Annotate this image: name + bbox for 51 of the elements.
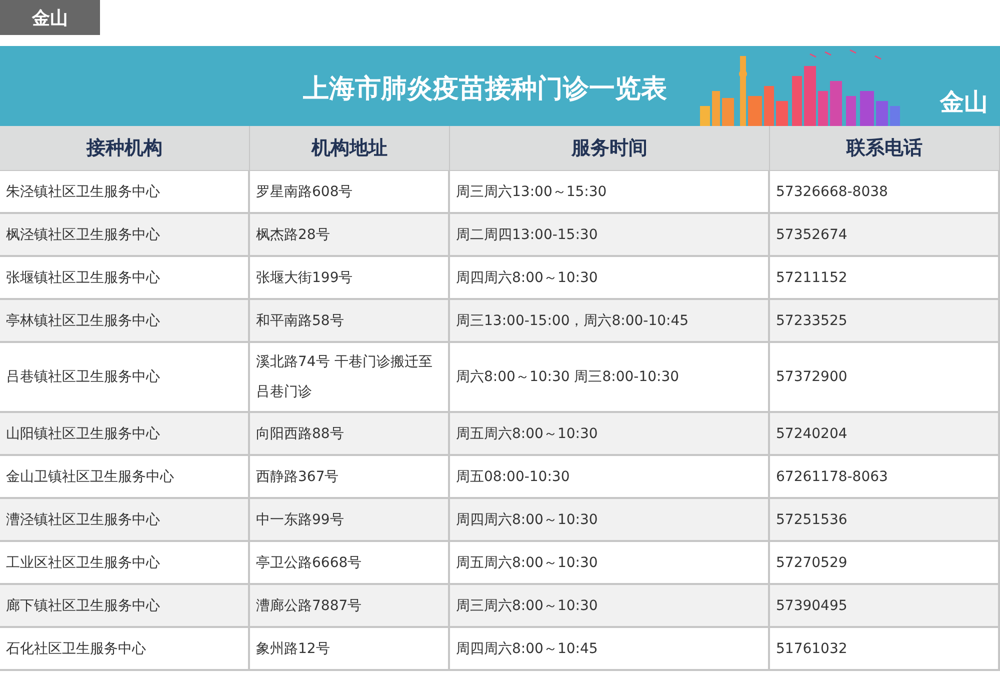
table-cell: 山阳镇社区卫生服务中心	[0, 413, 250, 456]
banner-title: 上海市肺炎疫苗接种门诊一览表	[303, 72, 667, 106]
table-cell: 57233525	[770, 300, 1000, 343]
table-cell: 周四周六8:00～10:45	[450, 628, 770, 671]
table-cell: 廊下镇社区卫生服务中心	[0, 585, 250, 628]
table-cell: 张堰镇社区卫生服务中心	[0, 257, 250, 300]
column-header: 机构地址	[250, 126, 450, 171]
table-cell: 周五周六8:00～10:30	[450, 413, 770, 456]
table-cell: 亭卫公路6668号	[250, 542, 450, 585]
table-cell: 枫杰路28号	[250, 214, 450, 257]
table-cell: 周五08:00-10:30	[450, 456, 770, 499]
table-cell: 朱泾镇社区卫生服务中心	[0, 171, 250, 214]
table-cell: 中一东路99号	[250, 499, 450, 542]
table-cell: 57251536	[770, 499, 1000, 542]
table-cell: 西静路367号	[250, 456, 450, 499]
table-cell: 57326668-8038	[770, 171, 1000, 214]
table-cell: 亭林镇社区卫生服务中心	[0, 300, 250, 343]
table-cell: 67261178-8063	[770, 456, 1000, 499]
table-cell: 和平南路58号	[250, 300, 450, 343]
banner-district: 金山	[940, 87, 988, 118]
table-cell: 漕廊公路7887号	[250, 585, 450, 628]
table-cell: 漕泾镇社区卫生服务中心	[0, 499, 250, 542]
table-cell: 工业区社区卫生服务中心	[0, 542, 250, 585]
table-cell: 周二周四13:00-15:30	[450, 214, 770, 257]
table-cell: 57211152	[770, 257, 1000, 300]
table-cell: 向阳西路88号	[250, 413, 450, 456]
table-cell: 罗星南路608号	[250, 171, 450, 214]
table-cell: 石化社区卫生服务中心	[0, 628, 250, 671]
table-cell: 象州路12号	[250, 628, 450, 671]
table-cell: 57240204	[770, 413, 1000, 456]
table-cell: 57270529	[770, 542, 1000, 585]
table-cell: 51761032	[770, 628, 1000, 671]
table-cell: 周六8:00～10:30 周三8:00-10:30	[450, 343, 770, 413]
table-cell: 57390495	[770, 585, 1000, 628]
column-header: 联系电话	[770, 126, 1000, 171]
table-cell: 57372900	[770, 343, 1000, 413]
district-tab[interactable]: 金山	[0, 0, 100, 35]
table-cell: 周三周六13:00～15:30	[450, 171, 770, 214]
table-cell: 吕巷镇社区卫生服务中心	[0, 343, 250, 413]
table-cell: 张堰大街199号	[250, 257, 450, 300]
table-cell: 枫泾镇社区卫生服务中心	[0, 214, 250, 257]
table-cell: 周三周六8:00～10:30	[450, 585, 770, 628]
column-header: 服务时间	[450, 126, 770, 171]
table-cell: 溪北路74号 干巷门诊搬迁至吕巷门诊	[250, 343, 450, 413]
table-cell: 周四周六8:00～10:30	[450, 257, 770, 300]
column-header: 接种机构	[0, 126, 250, 171]
table-cell: 金山卫镇社区卫生服务中心	[0, 456, 250, 499]
table-cell: 周四周六8:00～10:30	[450, 499, 770, 542]
table-cell: 57352674	[770, 214, 1000, 257]
table-cell: 周三13:00-15:00，周六8:00-10:45	[450, 300, 770, 343]
table-cell: 周五周六8:00～10:30	[450, 542, 770, 585]
